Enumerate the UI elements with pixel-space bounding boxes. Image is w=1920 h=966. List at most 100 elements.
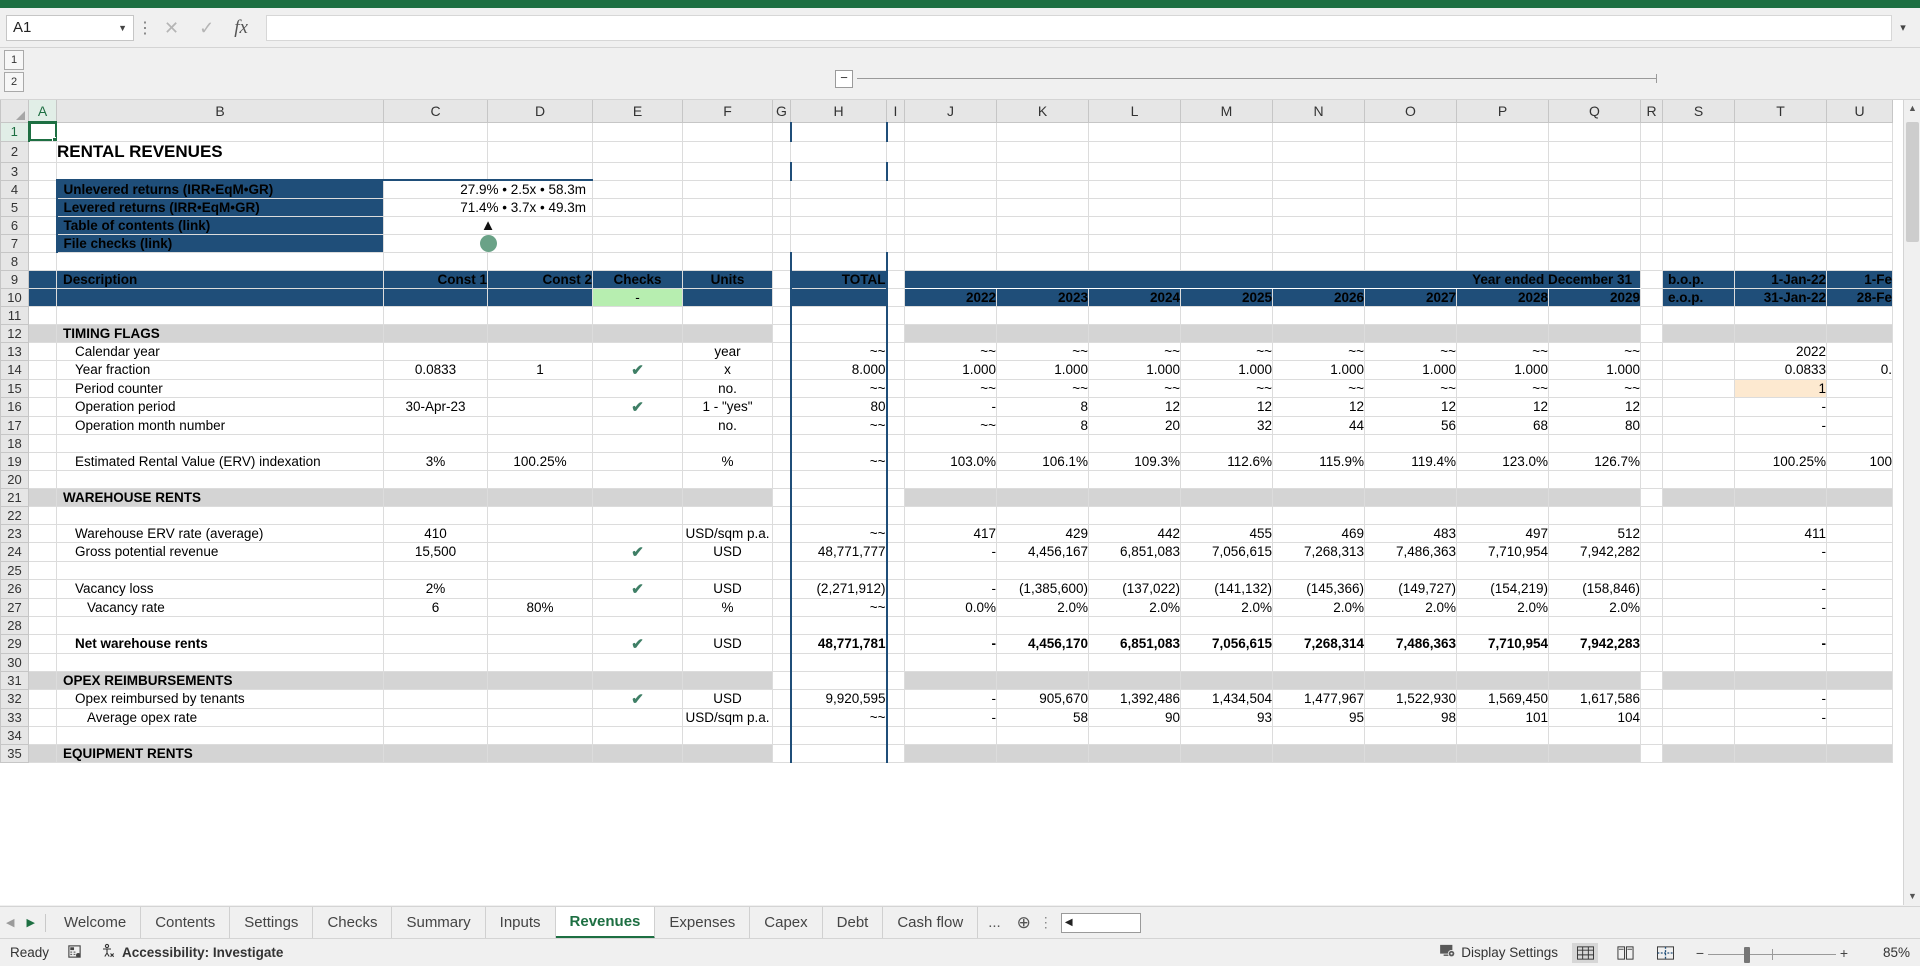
year-value-2027[interactable]: (149,727) [1364, 579, 1457, 599]
row-header-19[interactable]: 19 [0, 451, 29, 471]
eop-value[interactable] [1826, 397, 1893, 417]
sheet-tab-inputs[interactable]: Inputs [486, 906, 556, 939]
const1-value[interactable]: 410 [383, 524, 488, 543]
const1-value[interactable] [383, 379, 488, 398]
year-value-2024[interactable]: ~~ [1088, 342, 1181, 361]
cell-S26[interactable] [1662, 579, 1735, 599]
cell-A25[interactable] [28, 561, 57, 580]
year-value-2023[interactable]: ~~ [996, 379, 1089, 398]
cell-S14[interactable] [1662, 360, 1735, 380]
cell-R14[interactable] [1640, 360, 1663, 380]
cell-G27[interactable] [772, 598, 791, 617]
cell-S17[interactable] [1662, 416, 1735, 435]
cell[interactable] [996, 744, 1089, 763]
row-header-14[interactable]: 14 [0, 359, 29, 380]
cell-F1[interactable] [682, 122, 773, 142]
column-header-M[interactable]: M [1180, 100, 1273, 123]
cell-J3[interactable] [904, 162, 997, 181]
total-value[interactable]: ~~ [789, 416, 888, 435]
zoom-level-label[interactable]: 85% [1866, 945, 1910, 960]
cell[interactable] [1364, 671, 1457, 690]
outline-level-1[interactable]: 1 [4, 50, 24, 70]
const2-value[interactable] [487, 708, 593, 727]
cell-C18[interactable] [383, 434, 488, 453]
cell[interactable] [1734, 234, 1827, 253]
year-value-2026[interactable]: 7,268,313 [1272, 542, 1365, 562]
total-value[interactable]: 48,771,781 [789, 634, 888, 654]
cell[interactable] [1548, 216, 1641, 235]
cell[interactable] [487, 671, 593, 690]
cell-J22[interactable] [904, 506, 997, 525]
cell[interactable] [682, 324, 773, 343]
cell[interactable] [886, 141, 905, 163]
cell[interactable] [886, 324, 905, 343]
bop-value[interactable]: - [1734, 708, 1827, 727]
cell-G16[interactable] [772, 397, 791, 417]
cell-S23[interactable] [1662, 524, 1735, 543]
cell-S18[interactable] [1662, 434, 1735, 453]
cell[interactable] [1548, 324, 1641, 343]
year-value-2027[interactable]: 1,522,930 [1364, 689, 1457, 709]
cell-R3[interactable] [1640, 162, 1663, 181]
zoom-out-button[interactable]: − [1692, 945, 1708, 961]
cell-S8[interactable] [1662, 252, 1735, 271]
year-value-2024[interactable]: ~~ [1088, 379, 1181, 398]
cell[interactable] [1826, 234, 1893, 253]
row-header-10[interactable]: 10 [0, 287, 29, 307]
eop-value[interactable] [1826, 708, 1893, 727]
zoom-slider[interactable]: − + [1692, 945, 1852, 963]
cell[interactable] [383, 744, 488, 763]
cell-B22[interactable] [56, 506, 384, 525]
cell-L11[interactable] [1088, 306, 1181, 325]
cell[interactable] [904, 671, 997, 690]
cell-F28[interactable] [682, 616, 773, 635]
cell-U22[interactable] [1826, 506, 1893, 525]
cell-L25[interactable] [1088, 561, 1181, 580]
year-value-2024[interactable]: 20 [1088, 416, 1181, 435]
cell-G9[interactable] [772, 270, 791, 289]
cell-R25[interactable] [1640, 561, 1663, 580]
cell-M3[interactable] [1180, 162, 1273, 181]
year-value-2029[interactable]: 126.7% [1548, 452, 1641, 471]
cell-I17[interactable] [886, 416, 905, 435]
cell[interactable] [682, 671, 773, 690]
cell-T3[interactable] [1734, 162, 1827, 181]
cell[interactable] [682, 744, 773, 763]
cell-A8[interactable] [28, 252, 57, 271]
year-value-2029[interactable]: 7,942,282 [1548, 542, 1641, 562]
cell-K3[interactable] [996, 162, 1089, 181]
cell[interactable] [789, 488, 888, 507]
cell-R27[interactable] [1640, 598, 1663, 617]
year-value-2028[interactable]: 497 [1456, 524, 1549, 543]
cell[interactable] [1826, 488, 1893, 507]
total-value[interactable]: 9,920,595 [789, 689, 888, 709]
scroll-left-icon[interactable]: ◀ [1062, 917, 1076, 928]
cell-I24[interactable] [886, 542, 905, 562]
cell-A27[interactable] [28, 598, 57, 617]
cell-T11[interactable] [1734, 306, 1827, 325]
cell[interactable] [772, 488, 791, 507]
cell-D8[interactable] [487, 252, 593, 271]
vertical-scroll-thumb[interactable] [1906, 122, 1919, 242]
cell[interactable] [996, 216, 1089, 235]
year-value-2026[interactable]: 1,477,967 [1272, 689, 1365, 709]
cell-M30[interactable] [1180, 653, 1273, 672]
cell[interactable] [1088, 180, 1181, 199]
year-value-2025[interactable]: 112.6% [1180, 452, 1273, 471]
cell-D20[interactable] [487, 470, 593, 489]
year-value-2029[interactable]: 80 [1548, 416, 1641, 435]
row-header-1[interactable]: 1 [0, 121, 30, 142]
year-value-2025[interactable]: 1.000 [1180, 360, 1273, 380]
cell-P20[interactable] [1456, 470, 1549, 489]
year-value-2025[interactable]: 7,056,615 [1180, 634, 1273, 654]
cell[interactable] [904, 744, 997, 763]
year-value-2025[interactable]: 12 [1180, 397, 1273, 417]
cell-S34[interactable] [1662, 726, 1735, 745]
year-value-2023[interactable]: 106.1% [996, 452, 1089, 471]
cell-O34[interactable] [1364, 726, 1457, 745]
cell-U3[interactable] [1826, 162, 1893, 181]
cell[interactable] [1826, 216, 1893, 235]
cell[interactable] [592, 671, 683, 690]
cell-Q25[interactable] [1548, 561, 1641, 580]
cell[interactable] [1180, 234, 1273, 253]
